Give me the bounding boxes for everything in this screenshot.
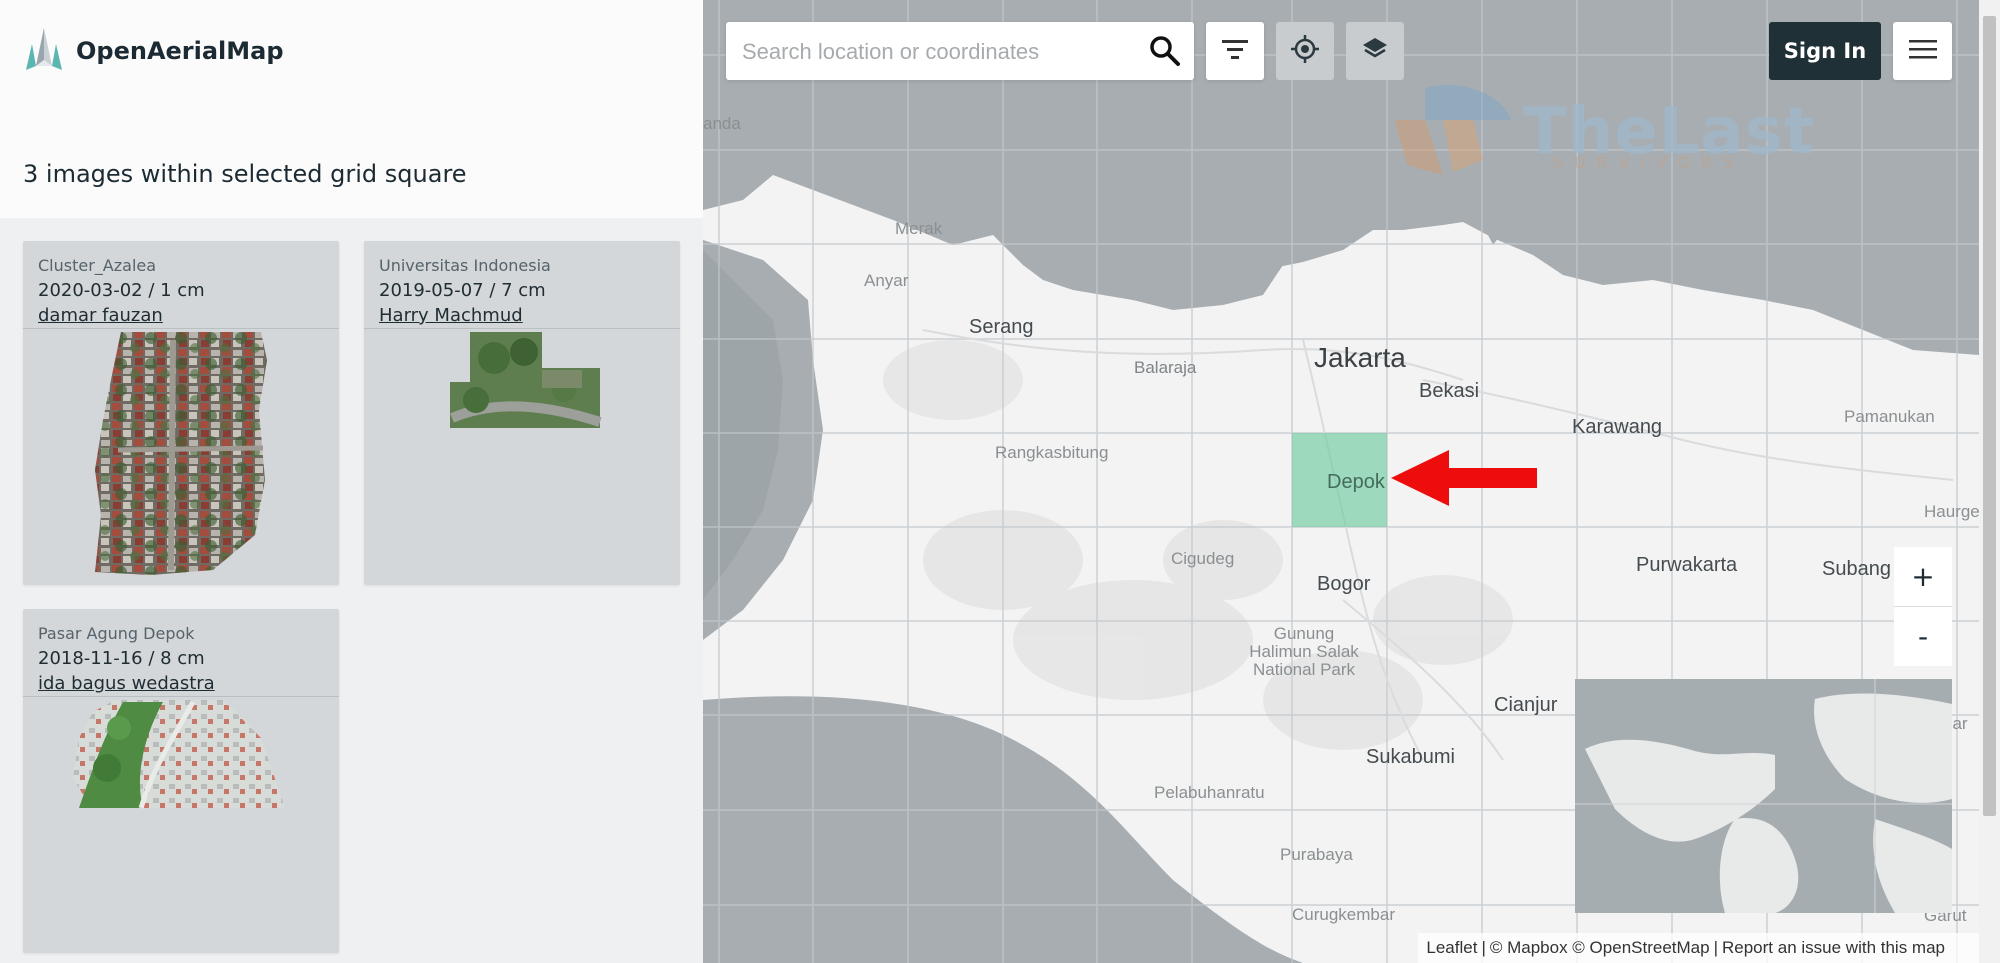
- results-panel: OpenAerialMap 3 images within selected g…: [0, 0, 703, 963]
- filter-icon: [1220, 37, 1250, 66]
- place-label: anda: [703, 114, 741, 133]
- layers-button[interactable]: [1346, 22, 1404, 80]
- watermark-subtitle: SURVIVORS: [1553, 153, 1745, 172]
- report-issue-link[interactable]: Report an issue with this map: [1722, 938, 1945, 958]
- place-label: Sukabumi: [1366, 746, 1455, 768]
- attribution-separator: |: [1481, 938, 1486, 957]
- place-label-depok: Depok: [1327, 471, 1385, 493]
- place-label: Curugkembar: [1292, 905, 1395, 924]
- place-label: Cigudeg: [1171, 549, 1235, 568]
- place-label: Pelabuhanratu: [1154, 783, 1265, 802]
- place-label: Serang: [969, 316, 1034, 338]
- image-card[interactable]: Cluster_Azalea 2020-03-02 / 1 cm damar f…: [23, 241, 339, 585]
- locate-button[interactable]: [1276, 22, 1334, 80]
- red-arrow-annotation: [1391, 450, 1537, 506]
- minimap[interactable]: [1575, 679, 1952, 913]
- menu-button[interactable]: [1893, 22, 1952, 80]
- image-date-resolution: 2018-11-16 / 8 cm: [38, 648, 205, 669]
- layers-icon: [1361, 35, 1389, 68]
- app-name: OpenAerialMap: [76, 37, 284, 65]
- attribution-copyright[interactable]: © Mapbox © OpenStreetMap: [1490, 938, 1710, 958]
- place-label-park: Gunung Halimun Salak National Park: [1249, 624, 1359, 679]
- place-label: Karawang: [1572, 416, 1663, 438]
- brand[interactable]: OpenAerialMap: [22, 26, 284, 77]
- image-date-resolution: 2020-03-02 / 1 cm: [38, 280, 205, 301]
- oam-logo-icon: [22, 26, 66, 77]
- filter-button[interactable]: [1206, 22, 1264, 80]
- sign-in-button[interactable]: Sign In: [1769, 22, 1881, 80]
- uploader-link[interactable]: damar fauzan: [38, 304, 325, 328]
- place-label: Purabaya: [1280, 845, 1353, 864]
- map-view[interactable]: TheLast SURVIVORS Depok Jakarta Bekasi S…: [703, 0, 1979, 963]
- place-label: Pamanukan: [1844, 407, 1935, 426]
- crosshair-icon: [1290, 34, 1320, 69]
- image-thumbnail[interactable]: [364, 330, 680, 585]
- leaflet-link[interactable]: Leaflet: [1426, 938, 1477, 958]
- place-label: Merak: [895, 219, 943, 238]
- image-thumbnail[interactable]: [23, 330, 339, 585]
- search-box: [726, 22, 1194, 82]
- uploader-link[interactable]: Harry Machmud: [379, 304, 666, 328]
- zoom-in-button[interactable]: +: [1894, 547, 1952, 607]
- place-label: Balaraja: [1134, 358, 1197, 377]
- attribution-separator: |: [1713, 938, 1718, 957]
- place-label: Bekasi: [1419, 380, 1480, 402]
- image-thumbnail[interactable]: [23, 698, 339, 953]
- image-name: Cluster_Azalea: [38, 256, 157, 275]
- image-card[interactable]: Universitas Indonesia 2019-05-07 / 7 cm …: [364, 241, 680, 585]
- place-label: Purwakarta: [1636, 554, 1738, 576]
- image-date-resolution: 2019-05-07 / 7 cm: [379, 280, 546, 301]
- uploader-link[interactable]: ida bagus wedastra: [38, 672, 325, 696]
- place-label: Rangkasbitung: [995, 443, 1109, 462]
- place-label: Anyar: [864, 271, 909, 290]
- image-name: Pasar Agung Depok: [38, 624, 195, 643]
- zoom-out-button[interactable]: -: [1894, 607, 1952, 666]
- search-input[interactable]: [740, 22, 1134, 82]
- results-title: 3 images within selected grid square: [23, 160, 467, 188]
- scrollbar-thumb[interactable]: [1983, 16, 1996, 816]
- place-label: Subang: [1822, 558, 1891, 580]
- search-icon[interactable]: [1146, 32, 1184, 70]
- place-label: Cianjur: [1494, 694, 1558, 716]
- image-name: Universitas Indonesia: [379, 256, 551, 275]
- map-attribution: Leaflet | © Mapbox © OpenStreetMap | Rep…: [1418, 933, 1979, 963]
- place-label: Jakarta: [1314, 342, 1406, 373]
- place-label: Haurge: [1924, 502, 1979, 521]
- panel-header: OpenAerialMap 3 images within selected g…: [0, 0, 703, 218]
- hamburger-menu-icon: [1908, 38, 1938, 65]
- image-card[interactable]: Pasar Agung Depok 2018-11-16 / 8 cm ida …: [23, 609, 339, 953]
- vertical-scrollbar[interactable]: [1979, 0, 2000, 963]
- place-label: Bogor: [1317, 573, 1371, 595]
